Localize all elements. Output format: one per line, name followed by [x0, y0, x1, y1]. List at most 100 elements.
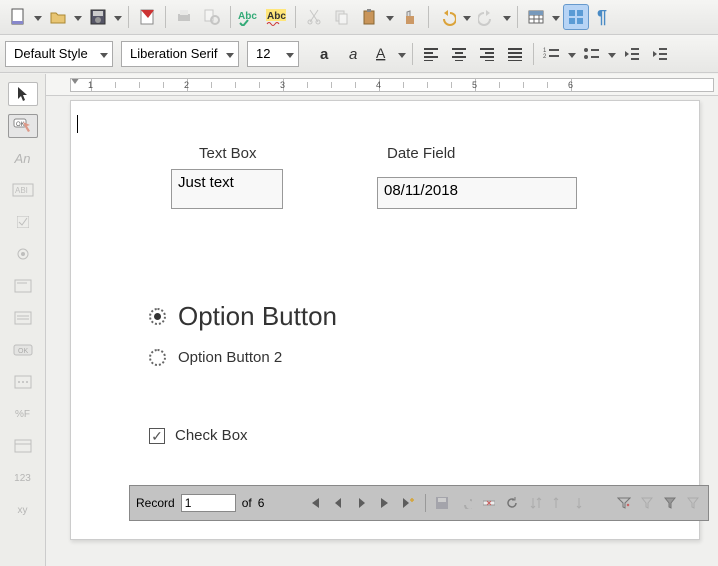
print-preview-button[interactable]	[199, 4, 225, 30]
date-field-label: Date Field	[387, 145, 455, 162]
record-total: 6	[258, 496, 265, 510]
italic-button[interactable]: a	[341, 41, 367, 67]
undo-button[interactable]	[434, 4, 460, 30]
listbox-control[interactable]	[8, 306, 38, 330]
text-box-label: Text Box	[199, 145, 257, 162]
table-button[interactable]	[523, 4, 549, 30]
formatted-field-control[interactable]: %F	[8, 402, 38, 426]
chevron-down-icon	[226, 47, 234, 61]
redo-dropdown[interactable]	[502, 4, 512, 30]
horizontal-ruler[interactable]: 123456	[46, 74, 718, 96]
sort-asc-button[interactable]	[550, 494, 567, 512]
formatting-marks-button[interactable]: ¶	[591, 4, 617, 30]
new-doc-button[interactable]	[5, 4, 31, 30]
separator	[428, 6, 429, 28]
record-label: Record	[136, 496, 175, 510]
undo-record-button[interactable]	[457, 494, 474, 512]
autofilter-button[interactable]	[615, 494, 632, 512]
save-dropdown[interactable]	[113, 4, 123, 30]
date-field-control[interactable]	[8, 434, 38, 458]
underline-button[interactable]: A	[369, 41, 395, 67]
spellcheck-button[interactable]: Abc	[236, 4, 262, 30]
separator	[230, 6, 231, 28]
svg-text:a: a	[349, 46, 357, 63]
separator	[128, 6, 129, 28]
clone-format-button[interactable]	[397, 4, 423, 30]
date-field[interactable]: 08/11/2018	[377, 177, 577, 209]
table-dropdown[interactable]	[551, 4, 561, 30]
text-box-control[interactable]: ABI	[8, 178, 38, 202]
size-input[interactable]	[254, 45, 286, 62]
radio-control[interactable]	[8, 242, 38, 266]
prev-record-button[interactable]	[330, 494, 347, 512]
bullet-dropdown[interactable]	[607, 41, 617, 67]
new-doc-dropdown[interactable]	[33, 4, 43, 30]
open-button[interactable]	[45, 4, 71, 30]
underline-dropdown[interactable]	[397, 41, 407, 67]
indent-increase-button[interactable]	[647, 41, 673, 67]
radio-icon	[149, 308, 166, 325]
svg-text:Abc: Abc	[267, 11, 286, 22]
style-combo[interactable]	[5, 41, 113, 67]
print-button[interactable]	[171, 4, 197, 30]
sort-button[interactable]	[527, 494, 544, 512]
align-justify-button[interactable]	[502, 41, 528, 67]
apply-filter-button[interactable]	[638, 494, 655, 512]
option-button-1[interactable]: Option Button	[149, 301, 337, 332]
separator	[425, 494, 426, 512]
document-page[interactable]: Text Box Just text Date Field 08/11/2018…	[70, 100, 700, 540]
refresh-button[interactable]	[504, 494, 521, 512]
style-input[interactable]	[12, 45, 100, 62]
autospellcheck-button[interactable]: Abc	[264, 4, 290, 30]
last-record-button[interactable]	[376, 494, 393, 512]
save-button[interactable]	[85, 4, 111, 30]
label-control[interactable]: An	[8, 146, 38, 170]
form-navigation-bar: Record of 6	[129, 485, 709, 521]
text-box-field[interactable]: Just text	[171, 169, 283, 209]
list-numbered-button[interactable]: 12	[539, 41, 565, 67]
ruler-scale: 123456	[70, 78, 714, 92]
align-center-button[interactable]	[446, 41, 472, 67]
select-tool[interactable]	[8, 82, 38, 106]
copy-button[interactable]	[329, 4, 355, 30]
show-grid-button[interactable]	[563, 4, 589, 30]
groupbox-control[interactable]	[8, 274, 38, 298]
delete-record-button[interactable]	[480, 494, 497, 512]
size-combo[interactable]	[247, 41, 299, 67]
svg-text:ABI: ABI	[15, 186, 28, 195]
svg-text:a: a	[320, 46, 329, 63]
check-box-control[interactable]: Check Box	[149, 427, 248, 444]
push-button-control[interactable]: OK	[8, 338, 38, 362]
sort-desc-button[interactable]	[574, 494, 591, 512]
separator	[533, 43, 534, 65]
form-design-control[interactable]: xy	[8, 498, 38, 522]
more-controls[interactable]	[8, 370, 38, 394]
checkbox-control[interactable]	[8, 210, 38, 234]
form-filter-button[interactable]	[662, 494, 679, 512]
numeric-field-control[interactable]: 123	[8, 466, 38, 490]
font-combo[interactable]	[121, 41, 239, 67]
export-pdf-button[interactable]	[134, 4, 160, 30]
record-number-input[interactable]	[181, 494, 236, 512]
first-record-button[interactable]	[306, 494, 323, 512]
align-left-button[interactable]	[418, 41, 444, 67]
remove-filter-button[interactable]	[685, 494, 702, 512]
align-right-button[interactable]	[474, 41, 500, 67]
paste-dropdown[interactable]	[385, 4, 395, 30]
new-record-button[interactable]	[400, 494, 417, 512]
numbered-dropdown[interactable]	[567, 41, 577, 67]
option-button-2[interactable]: Option Button 2	[149, 349, 282, 366]
svg-text:OK: OK	[18, 348, 28, 355]
open-dropdown[interactable]	[73, 4, 83, 30]
next-record-button[interactable]	[353, 494, 370, 512]
save-record-button[interactable]	[434, 494, 451, 512]
font-input[interactable]	[128, 45, 226, 62]
design-mode-toggle[interactable]: OK	[8, 114, 38, 138]
paste-button[interactable]	[357, 4, 383, 30]
cut-button[interactable]	[301, 4, 327, 30]
bold-button[interactable]: a	[313, 41, 339, 67]
redo-button[interactable]	[474, 4, 500, 30]
undo-dropdown[interactable]	[462, 4, 472, 30]
indent-decrease-button[interactable]	[619, 41, 645, 67]
list-bullet-button[interactable]	[579, 41, 605, 67]
